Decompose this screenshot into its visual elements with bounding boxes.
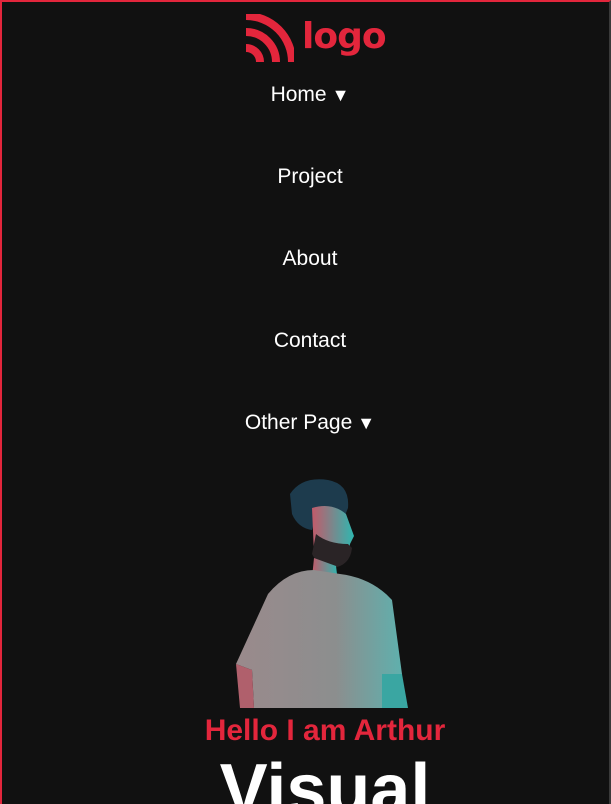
logo-link[interactable]: logo	[242, 14, 387, 64]
nav-item-label: Home	[270, 83, 327, 106]
caret-down-icon: ▼	[357, 413, 376, 433]
nav-item-label: Project	[277, 165, 343, 188]
nav-item-home[interactable]: Home ▼	[10, 80, 609, 162]
nav-item-about[interactable]: About	[10, 244, 609, 326]
hero-portrait-image	[236, 479, 408, 708]
main-nav: Home ▼ Project About Contact Other Page …	[10, 80, 609, 490]
hero-greeting: Hello I am Arthur	[204, 714, 446, 747]
caret-down-icon: ▼	[331, 85, 350, 105]
nav-item-label: Contact	[273, 329, 347, 352]
nav-item-contact[interactable]: Contact	[10, 326, 609, 408]
hero-headline: Visual	[219, 750, 431, 804]
nav-item-project[interactable]: Project	[10, 162, 609, 244]
page-frame: logo Home ▼ Project About Contact Other …	[0, 0, 611, 804]
page-content: logo Home ▼ Project About Contact Other …	[10, 2, 609, 804]
nav-item-label: Other Page	[244, 411, 353, 434]
logo-text: logo	[302, 16, 387, 57]
nav-item-label: About	[282, 247, 338, 270]
wifi-arcs-icon	[245, 14, 294, 63]
